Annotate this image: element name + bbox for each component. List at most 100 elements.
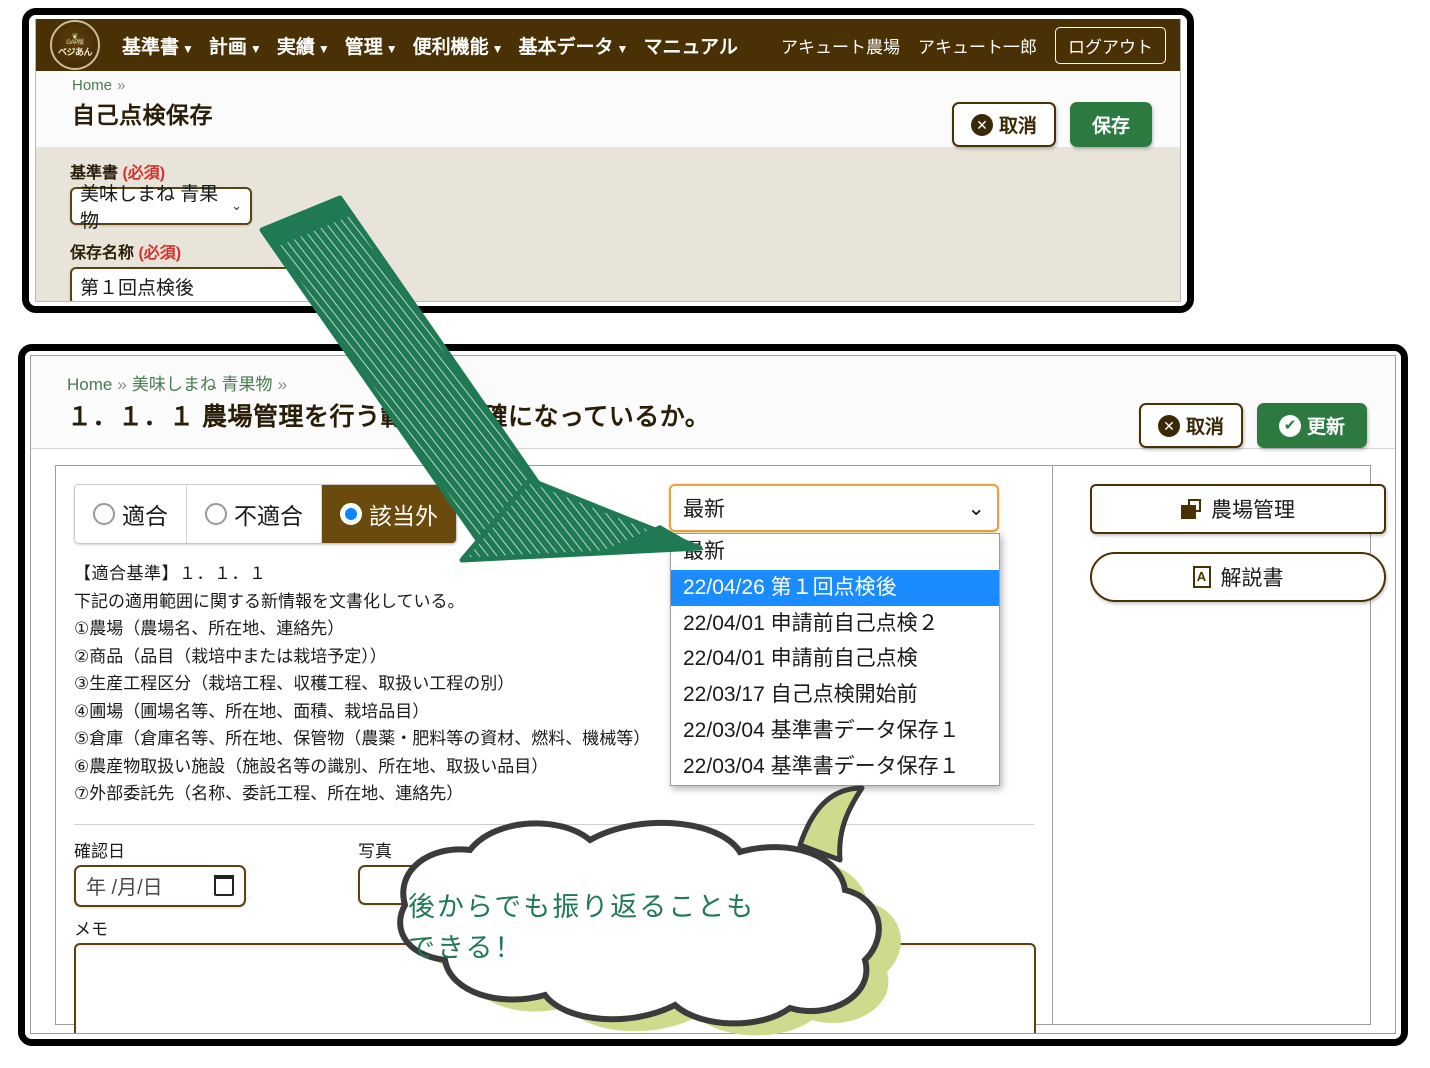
breadcrumb-home[interactable]: Home	[72, 77, 112, 94]
logout-button[interactable]: ログアウト	[1055, 26, 1166, 64]
top-window-frame: ❦ GAP版 ベジあん 基準書 ▼ 計画 ▼ 実績 ▼ 管理 ▼ 便利機能 ▼ 基本データ…	[35, 19, 1181, 302]
manual-document-button[interactable]: 解説書	[1090, 552, 1386, 602]
chevron-down-icon: ▼	[491, 41, 504, 56]
cancel-button-label: 取消	[998, 116, 1037, 137]
radio-option-tekigo[interactable]: 適合	[75, 485, 187, 543]
update-button-label: 更新	[1306, 417, 1345, 438]
name-field-label: 保存名称 (必須)	[70, 239, 1180, 263]
user-name: アキュート一郎	[918, 37, 1037, 57]
criteria-line: ⑤倉庫（倉庫名等、所在地、保管物（農薬・肥料等の資材、燃料、機械等）	[74, 729, 651, 749]
nav-item-jisseki[interactable]: 実績 ▼	[277, 32, 330, 59]
dropdown-option[interactable]: 22/04/01 申請前自己点検２	[671, 606, 999, 642]
dropdown-option[interactable]: 22/03/04 基準書データ保存１	[671, 749, 999, 785]
section-divider	[74, 823, 1034, 825]
nav-menu: 基準書 ▼ 計画 ▼ 実績 ▼ 管理 ▼ 便利機能 ▼ 基本データ ▼ マニュアル	[122, 32, 738, 59]
save-name-input[interactable]: 第１回点検後	[70, 267, 370, 301]
breadcrumb-home[interactable]: Home	[67, 375, 112, 394]
update-button[interactable]: ✔ 更新	[1256, 403, 1367, 448]
dropdown-option[interactable]: 22/03/17 自己点検開始前	[671, 677, 999, 713]
standard-field-label: 基準書 (必須)	[70, 159, 1180, 183]
cancel-button[interactable]: ✕ 取消	[951, 102, 1056, 147]
nav-label: 管理	[344, 36, 383, 58]
save-name-value: 第１回点検後	[80, 277, 195, 299]
confirm-date-col: 確認日 年 /月/日	[74, 837, 246, 907]
criteria-line: ①農場（農場名、所在地、連絡先）	[74, 619, 345, 639]
chevron-down-icon: ▼	[249, 41, 262, 56]
nav-label: 実績	[276, 36, 315, 58]
breadcrumb-standard[interactable]: 美味しまね 青果物	[132, 375, 273, 394]
dropdown-option[interactable]: 22/04/01 申請前自己点検	[671, 641, 999, 677]
standard-select[interactable]: 美味しまね 青果物 ⌄	[70, 184, 252, 232]
breadcrumb-separator: »	[117, 77, 126, 94]
nav-item-benri[interactable]: 便利機能 ▼	[413, 32, 504, 59]
dropdown-option[interactable]: 22/03/04 基準書データ保存１	[671, 713, 999, 749]
photo-label: 写真	[358, 841, 392, 861]
farm-management-button[interactable]: 農場管理	[1090, 484, 1386, 534]
radio-option-futekigo[interactable]: 不適合	[187, 485, 322, 543]
criteria-line: ⑦外部委託先（名称、委託工程、所在地、連絡先）	[74, 784, 464, 804]
page-title: 自己点検保存	[72, 102, 213, 128]
nav-item-kijunsho[interactable]: 基準書 ▼	[122, 32, 194, 59]
criteria-heading: 【適合基準】１．１．１	[74, 564, 267, 583]
bubble-text: 後からでも振り返ることも できる！	[408, 892, 756, 964]
history-select[interactable]: 最新 ⌄	[669, 484, 999, 532]
nav-label: 便利機能	[412, 36, 489, 58]
history-select-value: 最新	[683, 498, 725, 521]
chevron-down-icon: ▼	[616, 41, 629, 56]
chevron-down-icon: ▼	[317, 41, 330, 56]
bottom-title-row: １．１．１ 農場管理を行う範囲が明確になっているか。 ✕ 取消 ✔ 更新	[31, 395, 1395, 448]
nav-item-keikaku[interactable]: 計画 ▼	[209, 32, 262, 59]
radio-icon-selected	[340, 503, 362, 525]
radio-icon	[93, 503, 115, 525]
nav-label: 計画	[208, 36, 247, 58]
calendar-icon[interactable]	[214, 875, 234, 897]
nav-user-area: アキュート農場 アキュート一郎 ログアウト	[781, 26, 1166, 64]
page-title: １．１．１ 農場管理を行う範囲が明確になっているか。	[67, 403, 711, 431]
bottom-action-buttons: ✕ 取消 ✔ 更新	[1138, 395, 1395, 448]
confirm-date-input[interactable]: 年 /月/日	[74, 864, 246, 907]
breadcrumb-separator: »	[117, 375, 127, 394]
name-required-marker: (必須)	[138, 245, 182, 262]
chevron-down-icon: ▼	[182, 41, 194, 56]
copy-icon	[1181, 499, 1201, 519]
top-navbar: ❦ GAP版 ベジあん 基準書 ▼ 計画 ▼ 実績 ▼ 管理 ▼ 便利機能 ▼ 基本データ…	[36, 19, 1180, 71]
radio-label: 該当外	[369, 503, 438, 529]
logo-line1: GAP版	[66, 40, 84, 46]
save-form: 基準書 (必須) 美味しまね 青果物 ⌄ 保存名称 (必須) 第１回点検後	[36, 147, 1180, 301]
bottom-crumb-band: Home» 美味しまね 青果物» １．１．１ 農場管理を行う範囲が明確になっている…	[31, 356, 1395, 448]
judgement-row: 適合 不適合 該当外 最新 ⌄ 最新 22/04/26 第１回点検後 22/04…	[74, 484, 1036, 786]
radio-label: 不適合	[234, 503, 303, 529]
judgement-radio-group: 適合 不適合 該当外	[74, 484, 457, 544]
close-icon: ✕	[1157, 414, 1180, 437]
criteria-line: ⑥農産物取扱い施設（施設名等の識別、所在地、取扱い品目）	[74, 756, 549, 776]
standard-select-value: 美味しまね 青果物	[80, 184, 219, 232]
farm-management-label: 農場管理	[1211, 499, 1295, 522]
radio-label: 適合	[122, 503, 168, 529]
top-crumb-band: Home » 自己点検保存 ✕ 取消 保存	[36, 71, 1180, 147]
nav-label: 基準書	[122, 36, 180, 58]
criteria-line: ②商品（品目（栽培中または栽培予定））	[74, 646, 387, 666]
name-label-text: 保存名称	[70, 245, 135, 262]
breadcrumb-separator-2: »	[277, 375, 288, 394]
dropdown-option-selected[interactable]: 22/04/26 第１回点検後	[671, 569, 999, 606]
history-dropdown-list: 最新 22/04/26 第１回点検後 22/04/01 申請前自己点検２ 22/…	[670, 533, 1000, 786]
radio-option-gaitougai[interactable]: 該当外	[322, 485, 456, 543]
radio-icon	[205, 503, 227, 525]
save-button[interactable]: 保存	[1069, 102, 1152, 147]
chevron-down-icon: ⌄	[967, 496, 985, 520]
save-button-label: 保存	[1091, 116, 1130, 137]
top-window-inner: ❦ GAP版 ベジあん 基準書 ▼ 計画 ▼ 実績 ▼ 管理 ▼ 便利機能 ▼ 基本データ…	[29, 15, 1187, 306]
close-icon: ✕	[970, 113, 993, 136]
manual-document-label: 解説書	[1220, 567, 1284, 590]
nav-item-kihon-data[interactable]: 基本データ ▼	[519, 32, 629, 59]
cancel-button[interactable]: ✕ 取消	[1138, 403, 1243, 448]
top-title-row: 自己点検保存 ✕ 取消 保存	[36, 94, 1180, 147]
leaf-icon: ❦	[71, 32, 79, 41]
criteria-line: 下記の適用範囲に関する新情報を文書化している。	[74, 591, 465, 611]
nav-item-kanri[interactable]: 管理 ▼	[345, 32, 398, 59]
pdf-icon	[1192, 566, 1211, 588]
nav-item-manual[interactable]: マニュアル	[643, 32, 737, 59]
brand-logo-icon[interactable]: ❦ GAP版 ベジあん	[50, 20, 100, 70]
date-placeholder: 年 /月/日	[86, 877, 163, 900]
dropdown-option[interactable]: 最新	[671, 534, 999, 570]
